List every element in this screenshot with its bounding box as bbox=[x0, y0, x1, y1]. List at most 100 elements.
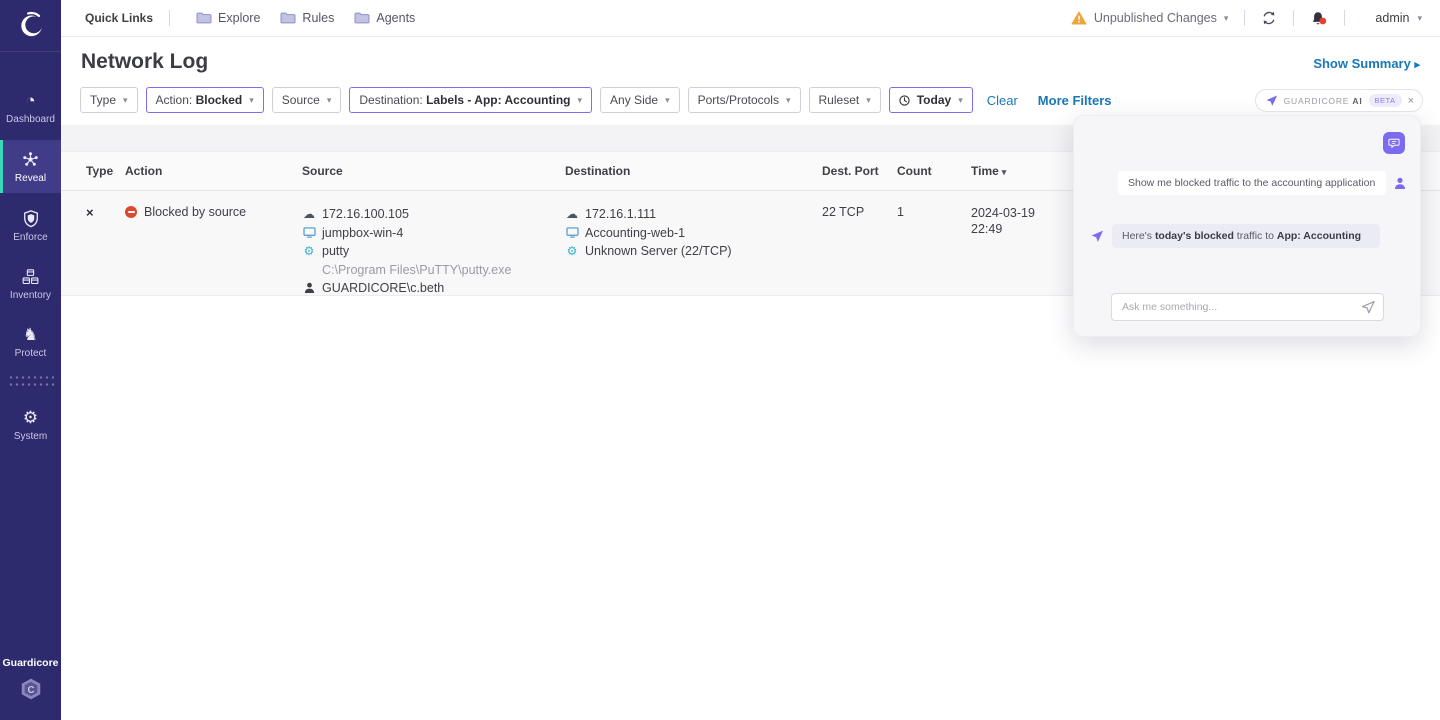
col-count[interactable]: Count bbox=[897, 164, 971, 178]
destination-ip: ☁ 172.16.1.111 bbox=[565, 205, 822, 224]
chevron-down-icon: ▾ bbox=[578, 95, 583, 106]
action-cell: Blocked by source bbox=[125, 205, 302, 219]
filter-destination[interactable]: Destination: Labels - App: Accounting ▾ bbox=[349, 87, 592, 113]
user-icon bbox=[304, 282, 315, 294]
process-gear-icon: ⚙ bbox=[304, 245, 315, 257]
source-cell: ☁ 172.16.100.105 jumpbox-win-4 ⚙ putty C… bbox=[302, 205, 565, 298]
sidebar-item-reveal[interactable]: Reveal bbox=[0, 140, 61, 193]
guardicore-ai-panel: Show me blocked traffic to the accountin… bbox=[1073, 115, 1421, 337]
beta-badge: BETA bbox=[1369, 94, 1402, 107]
chevron-down-icon: ▾ bbox=[866, 95, 871, 106]
brand-name: Guardicore bbox=[0, 657, 61, 669]
topbar-nav-rules[interactable]: Rules bbox=[280, 11, 334, 25]
folder-icon bbox=[354, 12, 370, 24]
chevron-down-icon: ▾ bbox=[1224, 13, 1229, 24]
notifications-button[interactable] bbox=[1310, 10, 1328, 27]
monitor-icon bbox=[303, 227, 316, 238]
destination-service: ⚙ Unknown Server (22/TCP) bbox=[565, 242, 822, 261]
new-chat-button[interactable] bbox=[1383, 132, 1405, 154]
monitor-icon bbox=[566, 227, 579, 238]
cloud-icon: ☁ bbox=[303, 208, 315, 220]
chevron-down-icon: ▾ bbox=[665, 95, 670, 106]
divider bbox=[1344, 10, 1345, 26]
folder-icon bbox=[280, 12, 296, 24]
topbar-left: Quick Links Explore Rules Agents bbox=[85, 10, 415, 26]
warning-icon bbox=[1071, 11, 1087, 25]
arrow-right-icon: ▸ bbox=[1414, 59, 1420, 71]
filter-source[interactable]: Source ▾ bbox=[272, 87, 342, 113]
clear-filters-button[interactable]: Clear bbox=[987, 93, 1018, 108]
chess-knight-icon: ♞ bbox=[23, 326, 38, 344]
filter-type[interactable]: Type ▾ bbox=[80, 87, 138, 113]
more-filters-button[interactable]: More Filters bbox=[1038, 93, 1112, 108]
unpublished-changes-dropdown[interactable]: Unpublished Changes ▾ bbox=[1071, 11, 1229, 25]
sort-down-icon: ▾ bbox=[1002, 167, 1007, 177]
guardicore-swirl-icon bbox=[16, 11, 46, 41]
col-action[interactable]: Action bbox=[125, 164, 302, 178]
ai-input-wrap bbox=[1111, 293, 1384, 321]
source-process: ⚙ putty bbox=[302, 242, 565, 261]
sidebar-item-system[interactable]: ⚙ System bbox=[0, 399, 61, 451]
ai-message-row: Here's today's blocked traffic to App: A… bbox=[1090, 224, 1380, 248]
sidebar: ◔ Dashboard Reveal Enforc bbox=[0, 0, 61, 720]
refresh-icon bbox=[1261, 10, 1277, 26]
filter-bar: Type ▾ Action: Blocked ▾ Source ▾ Destin… bbox=[80, 87, 1111, 113]
col-dest-port[interactable]: Dest. Port bbox=[822, 164, 897, 178]
guardicore-cube-icon: C bbox=[19, 677, 43, 701]
blocked-icon bbox=[125, 206, 137, 218]
send-button[interactable] bbox=[1360, 299, 1376, 320]
sidebar-item-inventory[interactable]: Inventory bbox=[0, 258, 61, 310]
sidebar-item-dashboard[interactable]: ◔ Dashboard bbox=[0, 82, 61, 134]
col-source[interactable]: Source bbox=[302, 164, 565, 178]
shield-icon bbox=[22, 209, 40, 228]
topbar-nav-agents[interactable]: Agents bbox=[354, 11, 415, 25]
source-user: GUARDICORE\c.beth bbox=[302, 279, 565, 298]
divider bbox=[1244, 10, 1245, 26]
clock-icon bbox=[899, 95, 910, 106]
dest-port-cell: 22 TCP bbox=[822, 205, 897, 219]
filter-action[interactable]: Action: Blocked ▾ bbox=[146, 87, 264, 113]
refresh-button[interactable] bbox=[1261, 10, 1277, 26]
sidebar-item-protect[interactable]: ♞ Protect bbox=[0, 316, 61, 368]
guardicore-ai-chip[interactable]: GUARDICORE AI BETA × bbox=[1255, 89, 1423, 112]
page-title: Network Log bbox=[81, 50, 208, 74]
col-destination[interactable]: Destination bbox=[565, 164, 822, 178]
filter-any-side[interactable]: Any Side ▾ bbox=[600, 87, 680, 113]
source-ip: ☁ 172.16.100.105 bbox=[302, 205, 565, 224]
divider bbox=[1293, 10, 1294, 26]
destination-cell: ☁ 172.16.1.111 Accounting-web-1 ⚙ Unknow… bbox=[565, 205, 822, 261]
user-avatar-icon bbox=[1394, 177, 1406, 190]
topbar-right: Unpublished Changes ▾ admin ▾ bbox=[1071, 10, 1422, 27]
filter-ports-protocols[interactable]: Ports/Protocols ▾ bbox=[688, 87, 801, 113]
ai-send-plane-icon bbox=[1090, 229, 1104, 243]
user-message-bubble: Show me blocked traffic to the accountin… bbox=[1118, 171, 1386, 195]
boxes-icon bbox=[21, 268, 40, 286]
folder-icon bbox=[196, 12, 212, 24]
sidebar-dotted-divider bbox=[8, 374, 54, 389]
sidebar-item-enforce[interactable]: Enforce bbox=[0, 199, 61, 252]
filter-time-today[interactable]: Today ▾ bbox=[889, 87, 973, 113]
guardicore-logo[interactable] bbox=[0, 0, 61, 52]
quick-links-label[interactable]: Quick Links bbox=[85, 11, 153, 25]
show-summary-link[interactable]: Show Summary ▸ bbox=[1313, 56, 1420, 71]
chat-refresh-icon bbox=[1388, 137, 1400, 149]
close-icon[interactable]: × bbox=[1408, 95, 1414, 107]
sidebar-nav: ◔ Dashboard Reveal Enforc bbox=[0, 82, 61, 451]
svg-text:C: C bbox=[27, 685, 34, 696]
chevron-down-icon: ▾ bbox=[249, 95, 254, 106]
user-message-row: Show me blocked traffic to the accountin… bbox=[1118, 171, 1406, 195]
chevron-down-icon: ▾ bbox=[123, 95, 128, 106]
connection-failed-icon: × bbox=[86, 205, 125, 220]
network-graph-icon bbox=[21, 150, 40, 169]
topbar-nav-explore[interactable]: Explore bbox=[196, 11, 260, 25]
send-plane-icon bbox=[1265, 94, 1278, 107]
cloud-icon: ☁ bbox=[566, 208, 578, 220]
divider bbox=[169, 10, 170, 26]
col-type[interactable]: Type bbox=[86, 164, 125, 178]
bell-icon bbox=[1310, 10, 1328, 27]
user-menu[interactable]: admin ▾ bbox=[1375, 11, 1422, 25]
ai-input[interactable] bbox=[1111, 293, 1384, 321]
filter-ruleset[interactable]: Ruleset ▾ bbox=[809, 87, 881, 113]
send-icon bbox=[1360, 299, 1376, 315]
process-gear-icon: ⚙ bbox=[567, 245, 578, 257]
